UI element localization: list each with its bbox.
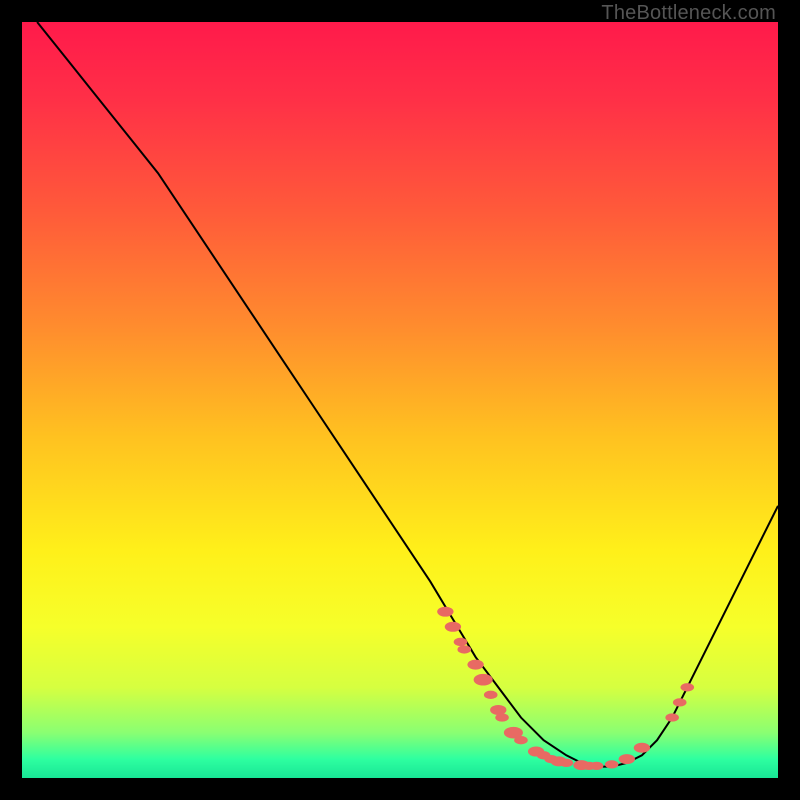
curve-marker xyxy=(619,754,635,764)
curve-marker xyxy=(680,683,694,691)
curve-marker xyxy=(467,660,483,670)
curve-marker xyxy=(605,760,619,768)
curve-marker xyxy=(474,674,493,686)
curve-marker xyxy=(634,743,650,753)
curve-marker xyxy=(495,713,509,721)
curve-marker xyxy=(673,698,687,706)
gradient-background xyxy=(22,22,778,778)
curve-marker xyxy=(445,622,461,632)
chart-svg xyxy=(22,22,778,778)
curve-marker xyxy=(560,759,574,767)
curve-marker xyxy=(437,607,453,617)
chart-frame xyxy=(22,22,778,778)
curve-marker xyxy=(484,691,498,699)
curve-marker xyxy=(454,638,468,646)
curve-marker xyxy=(590,762,604,770)
curve-marker xyxy=(514,736,528,744)
curve-marker xyxy=(665,713,679,721)
curve-marker xyxy=(457,645,471,653)
curve-marker xyxy=(490,705,506,715)
